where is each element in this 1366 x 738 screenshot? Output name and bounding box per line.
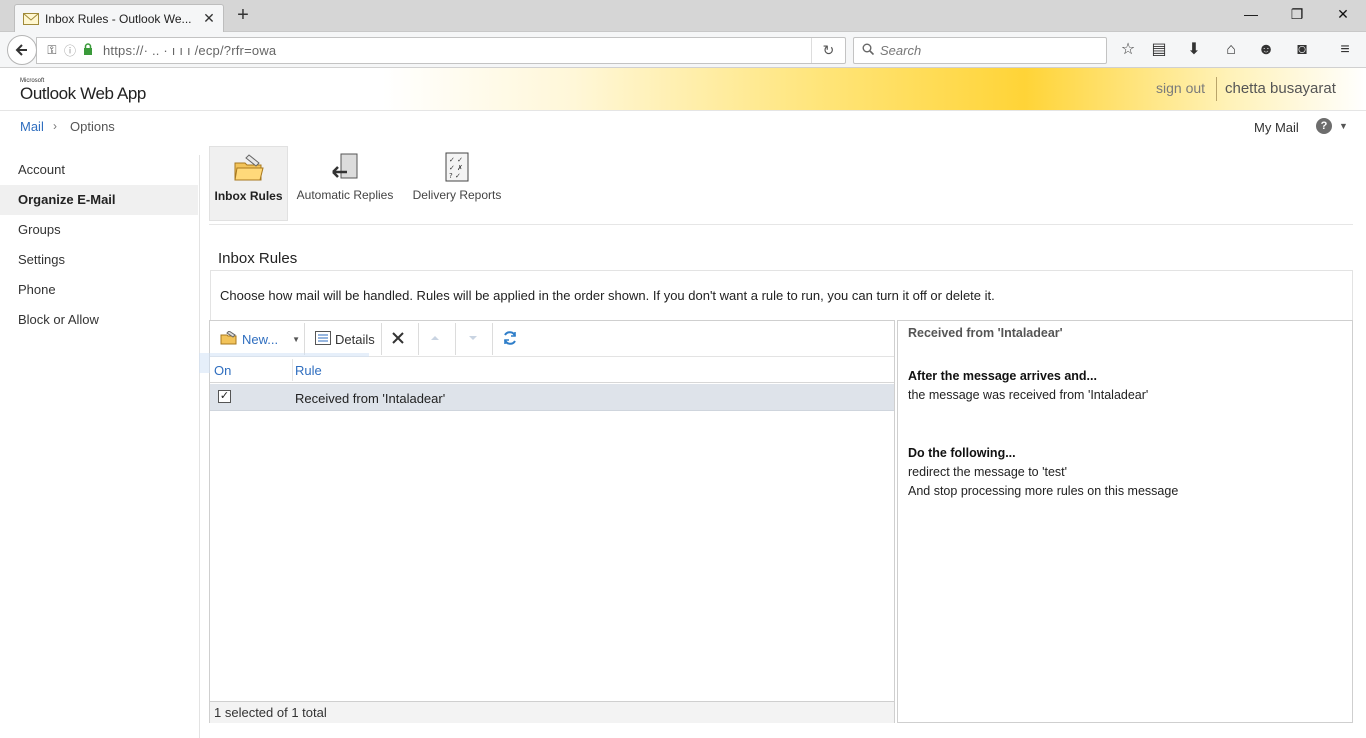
condition-text: the message was received from 'Intaladea…: [908, 388, 1149, 402]
table-row[interactable]: ✓ Received from 'Intaladear': [210, 384, 894, 411]
tab-close-icon[interactable]: ✕: [201, 10, 217, 27]
column-rule-header[interactable]: Rule: [295, 363, 322, 378]
action-heading: Do the following...: [908, 446, 1016, 460]
new-tab-button[interactable]: +: [232, 4, 254, 28]
sidebar-item-settings[interactable]: Settings: [0, 245, 198, 275]
search-placeholder: Search: [880, 43, 922, 58]
details-button[interactable]: Details: [315, 327, 375, 351]
address-bar[interactable]: ⚿ ⓘ https://· .. · ı ı ı /ecp/?rfr=owa ↻: [36, 37, 846, 64]
header-divider: [1216, 77, 1217, 101]
details-label: Details: [335, 331, 375, 347]
minimize-button[interactable]: —: [1228, 0, 1274, 30]
toolbar-divider: [381, 323, 382, 355]
list-status: 1 selected of 1 total: [210, 701, 894, 723]
menu-icon[interactable]: ≡: [1334, 40, 1356, 60]
column-divider: [292, 359, 293, 381]
svg-text:? ✓: ? ✓: [449, 172, 461, 180]
tab-inbox-rules[interactable]: Inbox Rules: [209, 146, 288, 221]
arrow-up-icon: [428, 331, 442, 348]
chevron-down-icon[interactable]: ▼: [292, 335, 300, 344]
move-down-button[interactable]: [466, 327, 480, 351]
browser-tab[interactable]: Inbox Rules - Outlook We... ✕: [14, 4, 224, 32]
toolbar-divider: [455, 323, 456, 355]
delete-icon: [391, 331, 405, 348]
details-list-icon: [315, 330, 331, 348]
rules-toolbar: New... ▼ Details: [210, 321, 894, 357]
auto-reply-icon: [329, 152, 361, 182]
new-rule-label: New...: [242, 331, 279, 347]
delete-rule-button[interactable]: [391, 327, 405, 351]
rule-enabled-checkbox[interactable]: ✓: [218, 390, 231, 403]
column-on-header[interactable]: On: [214, 363, 231, 378]
breadcrumb-options: Options: [70, 119, 115, 134]
pocket-icon[interactable]: ◙: [1291, 40, 1313, 60]
back-button[interactable]: [7, 35, 37, 65]
tab-delivery-reports-label: Delivery Reports: [412, 188, 502, 202]
home-icon[interactable]: ⌂: [1220, 40, 1242, 60]
restore-button[interactable]: ❐: [1274, 0, 1320, 30]
envelope-icon: [23, 12, 39, 26]
download-icon[interactable]: ⬇: [1183, 40, 1205, 60]
search-icon: [862, 43, 875, 58]
refresh-button[interactable]: [502, 327, 518, 351]
owa-header: Microsoft Outlook Web App sign out chett…: [0, 68, 1366, 111]
rule-details-pane: Received from 'Intaladear' After the mes…: [897, 320, 1353, 723]
reload-icon[interactable]: ↻: [811, 38, 845, 63]
tab-automatic-replies-label: Automatic Replies: [296, 188, 394, 202]
key-icon: ⚿: [47, 43, 57, 57]
content-divider: [209, 224, 1353, 225]
breadcrumb-separator: ›: [53, 119, 57, 133]
page-title: Inbox Rules: [218, 250, 298, 267]
delivery-report-icon: ✓ ✓ ✓ ✗? ✓: [441, 152, 473, 182]
sidebar-item-account[interactable]: Account: [0, 155, 198, 185]
detail-title: Received from 'Intaladear': [908, 326, 1063, 340]
chevron-down-icon[interactable]: ▼: [1339, 121, 1348, 131]
owa-logo[interactable]: Microsoft Outlook Web App: [20, 78, 146, 104]
action-line-redirect: redirect the message to 'test': [908, 465, 1068, 479]
breadcrumb-mail-link[interactable]: Mail: [20, 119, 44, 134]
sidebar-item-groups[interactable]: Groups: [0, 215, 198, 245]
lock-icon: [79, 43, 97, 58]
condition-heading: After the message arrives and...: [908, 369, 1097, 383]
new-folder-icon: [220, 329, 238, 348]
close-window-button[interactable]: ✕: [1320, 0, 1366, 30]
action-line-stop: And stop processing more rules on this m…: [908, 484, 1179, 498]
info-icon[interactable]: ⓘ: [61, 42, 79, 59]
my-mail-link[interactable]: My Mail: [1254, 120, 1299, 135]
tab-automatic-replies[interactable]: Automatic Replies: [294, 146, 396, 221]
toolbar-divider: [418, 323, 419, 355]
toolbar-divider: [492, 323, 493, 355]
url-text: https://· .. · ı ı ı /ecp/?rfr=owa: [103, 43, 277, 58]
browser-tab-bar: Inbox Rules - Outlook We... ✕ + — ❐ ✕: [0, 0, 1366, 32]
arrow-down-icon: [466, 331, 480, 348]
sidebar-item-phone[interactable]: Phone: [0, 275, 198, 305]
svg-text:✓ ✓: ✓ ✓: [449, 156, 463, 164]
refresh-icon: [502, 330, 518, 349]
svg-text:✓ ✗: ✓ ✗: [449, 164, 463, 172]
rules-column-header: On Rule: [210, 357, 894, 383]
description-text: Choose how mail will be handled. Rules w…: [220, 288, 995, 303]
bookmark-star-icon[interactable]: ☆: [1117, 40, 1139, 60]
tab-delivery-reports[interactable]: ✓ ✓ ✓ ✗? ✓ Delivery Reports: [410, 146, 504, 221]
tab-title: Inbox Rules - Outlook We...: [45, 11, 192, 26]
folder-rules-icon: [233, 153, 265, 183]
sidebar-item-block-or-allow[interactable]: Block or Allow: [0, 305, 198, 335]
sign-out-link[interactable]: sign out: [1156, 80, 1205, 96]
tab-inbox-rules-label: Inbox Rules: [214, 189, 283, 203]
rule-name: Received from 'Intaladear': [295, 391, 446, 406]
rules-list-pane: New... ▼ Details On Rule ✓ Received from…: [199, 320, 895, 723]
user-name[interactable]: chetta busayarat: [1225, 80, 1336, 97]
browser-nav-bar: ⚿ ⓘ https://· .. · ı ı ı /ecp/?rfr=owa ↻…: [0, 32, 1366, 68]
toolbar-divider: [304, 323, 305, 355]
search-input[interactable]: Search: [853, 37, 1107, 64]
new-rule-button[interactable]: New... ▼: [220, 327, 300, 351]
help-icon[interactable]: ?: [1316, 118, 1332, 134]
chat-icon[interactable]: ☻: [1255, 40, 1277, 60]
logo-name: Outlook Web App: [20, 84, 146, 103]
options-sidebar: Account Organize E-Mail Groups Settings …: [0, 155, 200, 738]
reading-list-icon[interactable]: ▤: [1148, 40, 1170, 60]
sidebar-item-organize-email[interactable]: Organize E-Mail: [0, 185, 198, 215]
move-up-button[interactable]: [428, 327, 442, 351]
